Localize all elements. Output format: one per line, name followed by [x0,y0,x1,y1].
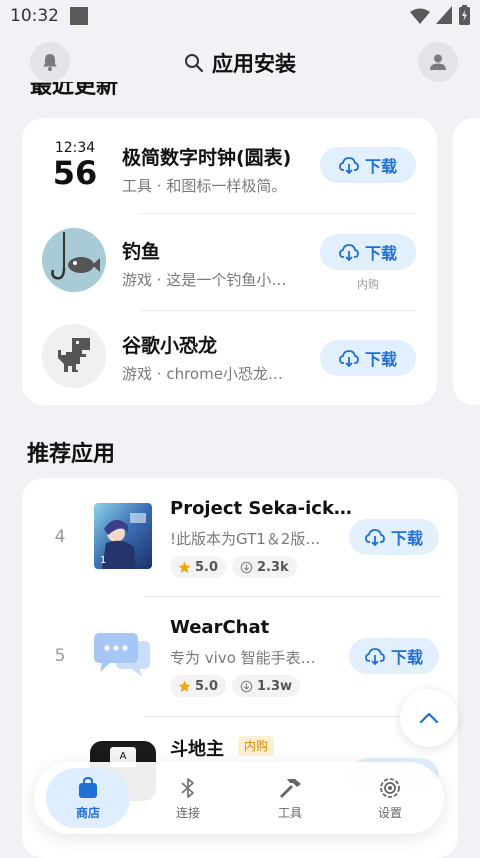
app-category: 工具 [122,177,153,195]
nav-tools[interactable]: 工具 [248,768,332,828]
recent-section-title: 最近更新 [30,82,119,99]
signal-icon [436,6,452,24]
download-button[interactable]: 下载 [320,234,416,270]
list-item[interactable]: 12:34 56 极简数字时钟(圆表) 工具 · 和图标一样极简。 下载 [22,118,437,213]
hammer-icon [280,778,301,798]
clock-icon-seconds: 56 [52,154,98,192]
wifi-icon [410,8,430,24]
rating-value: 5.0 [195,678,219,694]
download-button-label: 下载 [390,648,423,667]
recent-updates-card: 12:34 56 极简数字时钟(圆表) 工具 · 和图标一样极简。 下载 钓鱼 … [22,118,437,405]
fishing-app-icon [42,228,106,292]
app-name: Project Seka-ick… [170,498,352,519]
list-item[interactable]: 钓鱼 游戏 · 这是一个钓鱼小… 下载 内购 [22,214,437,310]
nav-store[interactable]: 商店 [46,768,130,828]
download-button[interactable]: 下载 [320,340,416,376]
chevron-up-icon [419,712,439,724]
list-item[interactable]: 4 1 Project Seka-ick… !此版本为GT1＆2版… 5.0 2… [22,478,458,596]
app-name: 斗地主 [170,739,224,760]
in-app-purchase-tag: 内购 [238,736,275,756]
status-time: 10:32 [10,6,59,26]
downloads-badge: 2.3k [232,556,297,578]
app-desc: 专为 vivo 智能手表… [170,649,316,667]
downloads-value: 2.3k [257,559,289,575]
download-count-icon [240,561,253,573]
recent-section-header: 最近更新 [0,82,480,100]
star-icon [178,561,191,573]
account-button[interactable] [418,42,458,82]
download-button-label: 下载 [364,157,397,176]
download-count-icon [240,680,253,692]
app-desc-text: 这是一个钓鱼小… [166,271,287,289]
project-sekai-app-icon: 1 [94,503,152,569]
nav-label: 设置 [377,805,402,820]
page-title-text: 应用安装 [212,52,296,76]
downloads-badge: 1.3w [232,675,301,697]
app-name: 极简数字时钟(圆表) [122,147,292,169]
search-icon [185,54,204,73]
nav-label: 连接 [175,805,200,820]
bag-icon [79,776,97,798]
settings-icon [380,777,400,798]
rank-number: 4 [54,527,66,547]
cloud-download-icon [365,529,385,546]
nav-label: 工具 [277,805,302,820]
list-item[interactable]: 5 WearChat 专为 vivo 智能手表… 5.0 1.3w 下载 [22,597,458,716]
recommended-section-title: 推荐应用 [27,442,116,467]
cloud-download-icon [339,350,359,367]
star-icon [178,680,191,692]
dinosaur-app-icon [42,324,106,388]
bottom-nav: 商店 连接 工具 设置 [34,762,444,834]
in-app-purchase-note: 内购 [357,278,379,291]
cloud-download-icon [339,244,359,261]
app-desc-text: 和图标一样极简。 [166,177,287,195]
rating-badge: 5.0 [170,675,227,697]
app-name: 谷歌小恐龙 [122,335,218,357]
app-desc: 游戏 · chrome小恐龙… [122,365,283,383]
download-button[interactable]: 下载 [349,519,439,555]
wearchat-app-icon [94,633,150,677]
app-name: 钓鱼 [122,241,161,263]
app-category: 游戏 [122,365,153,383]
app-desc: !此版本为GT1＆2版… [170,530,321,548]
download-button[interactable]: 下载 [320,147,416,183]
app-category: 游戏 [122,271,153,289]
app-desc-text: chrome小恐龙… [166,365,283,383]
svg-text:1: 1 [100,555,106,566]
download-button-label: 下载 [364,350,397,369]
notification-icon [70,7,88,25]
nav-connect[interactable]: 连接 [146,768,230,828]
download-button-label: 下载 [364,244,397,263]
downloads-value: 1.3w [257,678,293,694]
download-button-label: 下载 [390,529,423,548]
rating-badge: 5.0 [170,556,227,578]
nav-label: 商店 [75,805,100,820]
rating-value: 5.0 [195,559,219,575]
nav-settings[interactable]: 设置 [348,768,432,828]
scroll-to-top-button[interactable] [400,689,458,747]
cloud-download-icon [339,157,359,174]
clock-app-icon: 12:34 56 [42,140,108,192]
app-desc: 游戏 · 这是一个钓鱼小… [122,271,287,289]
download-button[interactable]: 下载 [349,638,439,674]
next-card-peek[interactable] [453,118,480,405]
battery-icon [459,5,470,25]
rank-number: 5 [54,646,66,666]
page-title[interactable]: 应用安装 [0,44,480,82]
user-icon [430,54,446,70]
status-bar: 10:32 [0,0,480,32]
cloud-download-icon [365,648,385,665]
list-item[interactable]: 谷歌小恐龙 游戏 · chrome小恐龙… 下载 [22,311,437,405]
bluetooth-icon [181,777,194,798]
app-desc: 工具 · 和图标一样极简。 [122,177,287,195]
app-name: WearChat [170,617,270,638]
